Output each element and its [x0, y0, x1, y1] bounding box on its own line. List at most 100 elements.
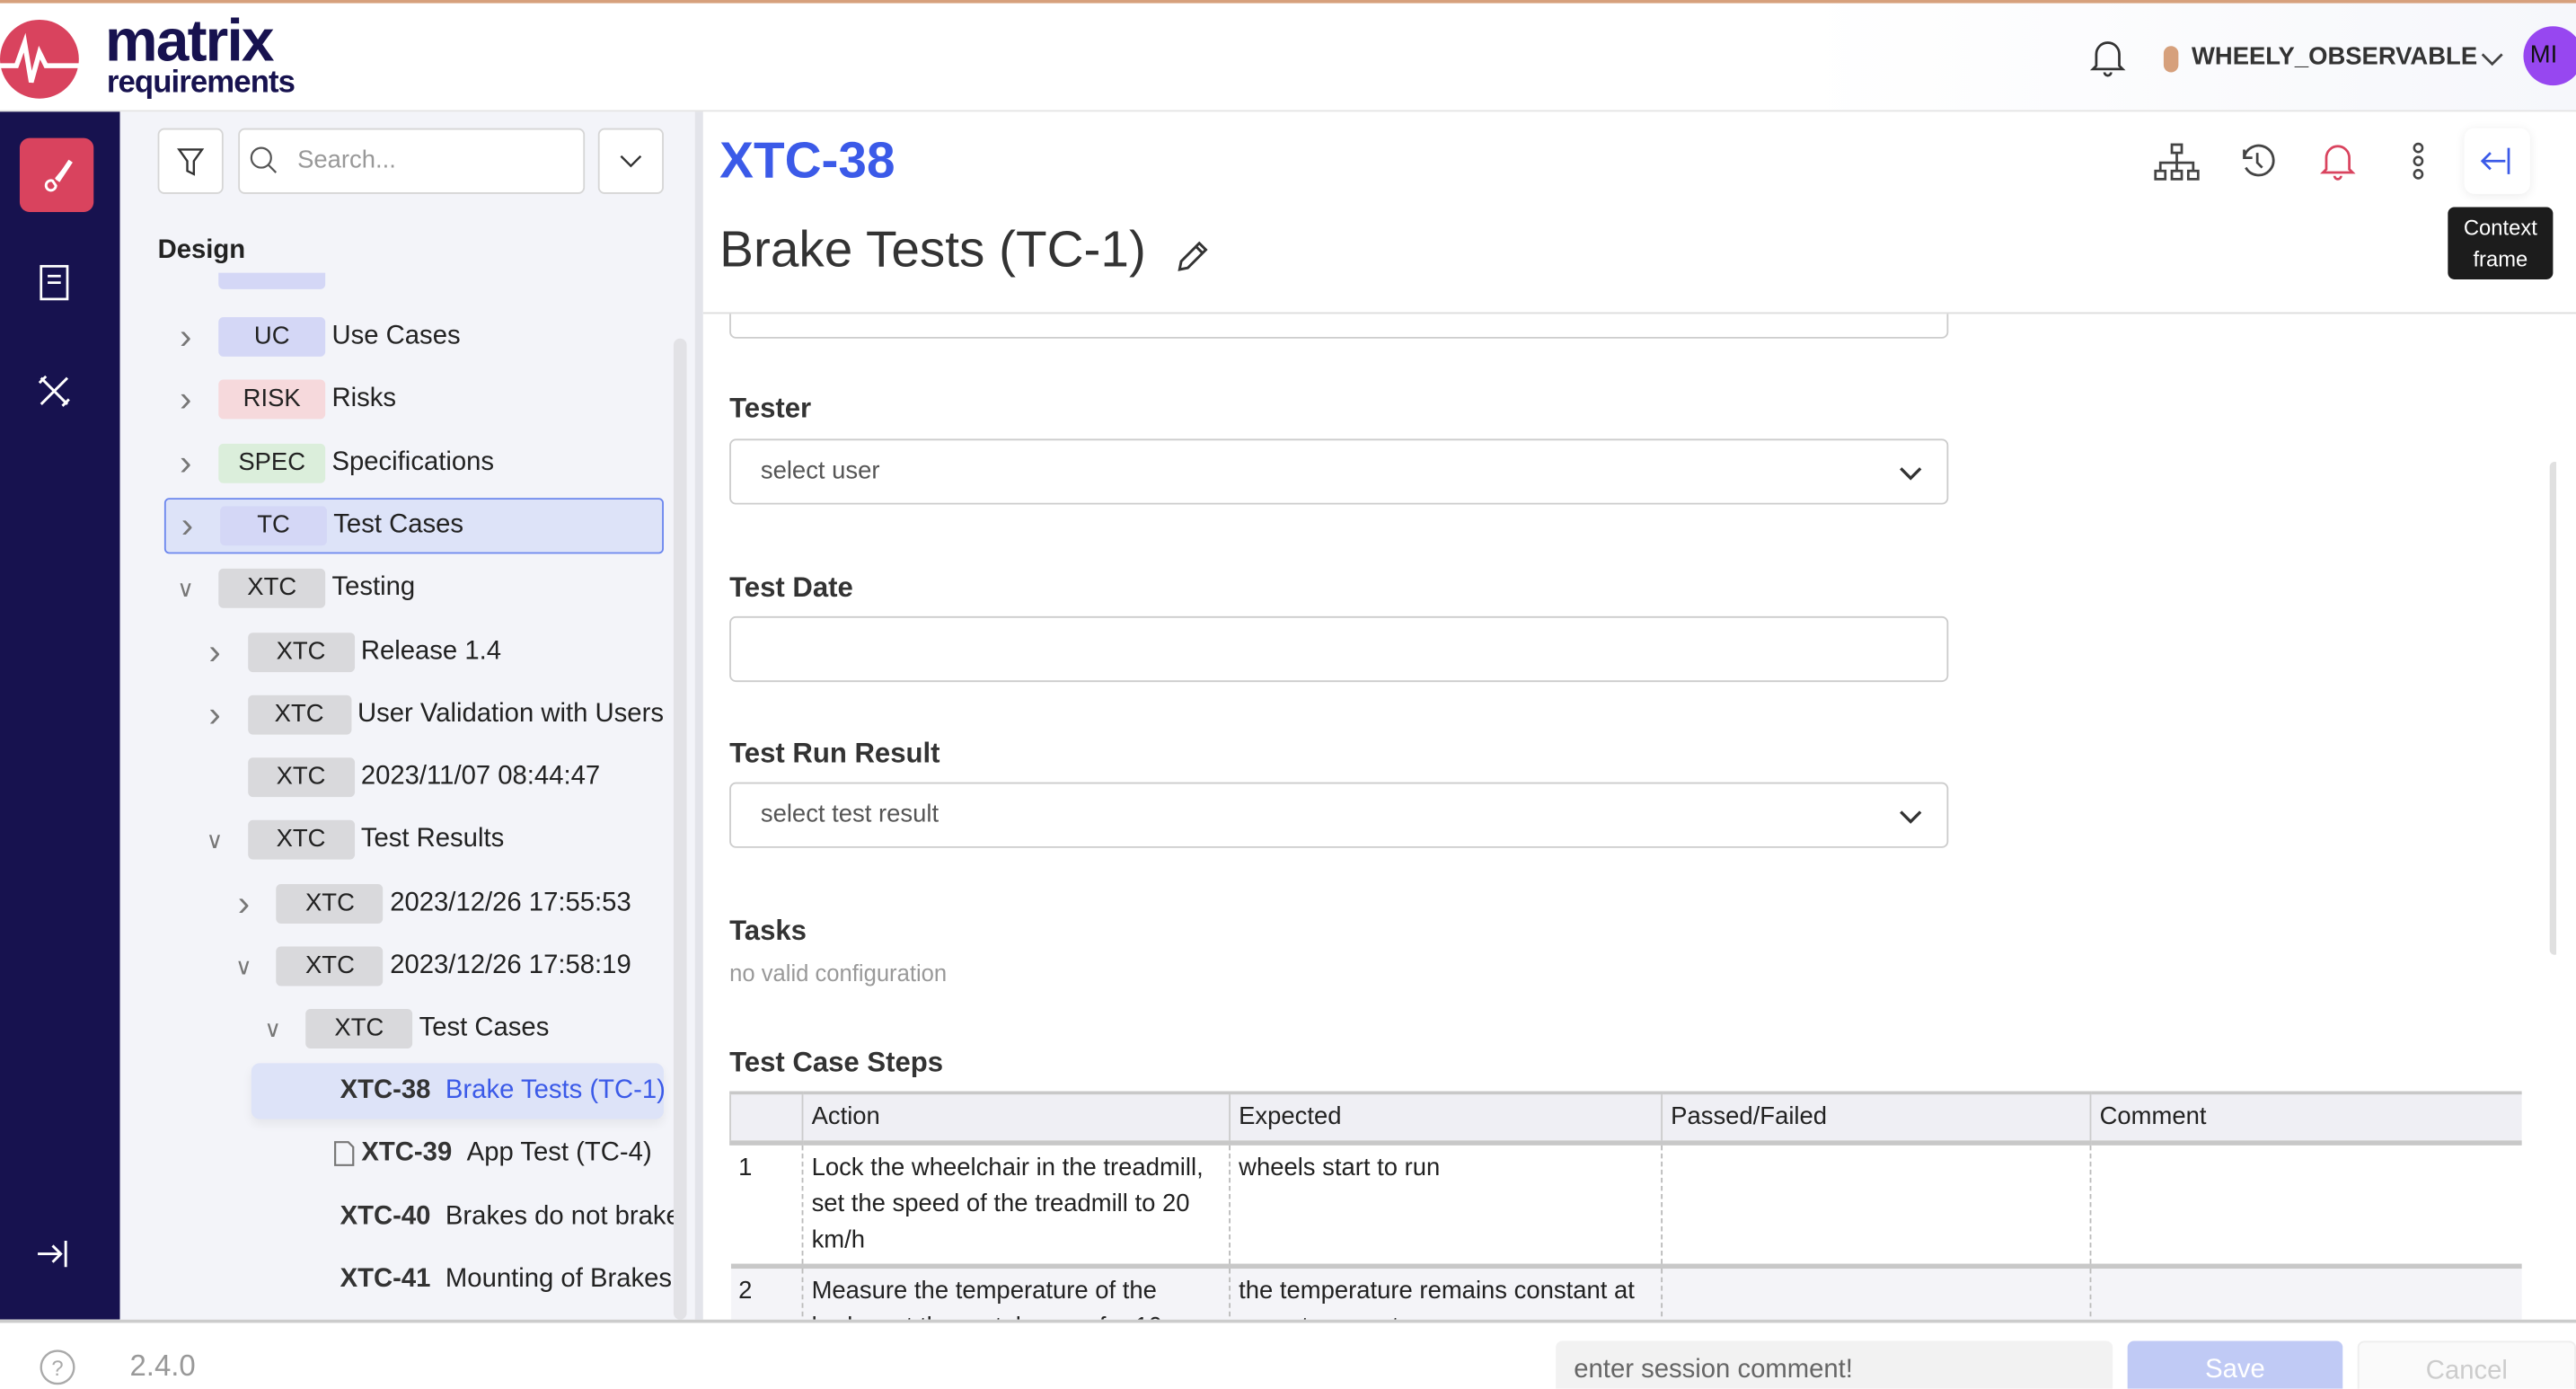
tasks-value: no valid configuration [729, 960, 948, 986]
chevron-right-icon[interactable]: › [201, 694, 227, 737]
table-cell[interactable] [1661, 1266, 2091, 1320]
test-date-input[interactable] [729, 615, 1949, 683]
table-header-row: Action Expected Passed/Failed Comment [729, 1091, 2522, 1146]
tree-row[interactable]: › TC Test Cases [163, 498, 664, 554]
tester-select[interactable]: select user [729, 438, 1949, 505]
tree-row[interactable]: ∨ XTC Test Cases [164, 1001, 664, 1057]
tree-row-label: 2023/12/26 17:58:19 [390, 951, 631, 980]
category-badge: XTC [247, 820, 355, 861]
tree-row[interactable]: › XTC User Validation with Users [164, 686, 664, 742]
table-cell[interactable]: 2 [730, 1266, 802, 1319]
avatar[interactable]: MI [2523, 26, 2576, 86]
test-date-label: Test Date [729, 571, 853, 604]
svg-text:?: ? [51, 1357, 63, 1381]
form-scrollbar[interactable] [2549, 461, 2557, 955]
tools-nav-button[interactable] [16, 353, 90, 427]
table-cell[interactable] [1661, 1143, 2091, 1267]
chevron-down-icon[interactable]: ∨ [172, 575, 198, 603]
chevron-down-icon[interactable]: ∨ [260, 1015, 286, 1043]
tree-row[interactable]: › SPEC Specifications [164, 435, 664, 491]
search-input[interactable]: Search... [238, 128, 586, 194]
category-badge: RISK [218, 380, 326, 420]
logo-icon [0, 19, 83, 99]
tree-item[interactable]: XTC-41 Mounting of Brakes [251, 1252, 672, 1308]
chevron-right-icon[interactable]: › [172, 315, 198, 358]
tools-icon [37, 374, 69, 406]
book-icon [39, 264, 68, 300]
tooltip: Context frame [2448, 207, 2554, 279]
steps-label: Test Case Steps [729, 1047, 944, 1078]
column-header: Passed/Failed [1661, 1091, 2091, 1146]
history-icon[interactable] [2237, 141, 2277, 181]
panel-splitter[interactable] [694, 111, 703, 1320]
tree-row[interactable]: ∨ XTC 2023/12/26 17:58:19 [164, 938, 664, 994]
item-id: XTC-40 [340, 1202, 431, 1231]
tree-row[interactable]: XTC 2023/11/07 08:44:47 [164, 749, 664, 805]
item-label: Brakes do not brake [445, 1202, 681, 1231]
chevron-right-icon[interactable]: › [231, 882, 257, 925]
item-id: XTC-41 [340, 1265, 431, 1294]
session-comment-input[interactable]: enter session comment! [1556, 1340, 2113, 1389]
watch-bell-icon[interactable] [2320, 141, 2356, 181]
category-badge: UC [218, 317, 326, 357]
table-cell[interactable] [2089, 1266, 2522, 1320]
save-button[interactable]: Save [2127, 1340, 2343, 1389]
category-badge: XTC [218, 569, 326, 609]
documents-nav-button[interactable] [16, 245, 90, 319]
expand-panel-icon[interactable] [34, 1237, 70, 1270]
table-cell[interactable]: 1 [730, 1143, 802, 1266]
tree-row[interactable]: ∨ XTC Testing [164, 561, 664, 616]
tree-item[interactable]: XTC-39 App Test (TC-4) [251, 1126, 664, 1181]
steps-table: Action Expected Passed/Failed Comment 1 Lock… [729, 1091, 2522, 1320]
chevron-down-icon[interactable]: ∨ [201, 827, 227, 854]
chevron-right-icon[interactable]: › [172, 378, 198, 421]
context-frame-button[interactable] [2464, 128, 2530, 194]
tree-row-label: Test Cases [333, 510, 464, 539]
category-badge: XTC [247, 632, 355, 672]
footer: ? 2.4.0 enter session comment! Save Canc… [0, 1319, 2576, 1389]
item-label: App Test (TC-4) [466, 1139, 652, 1168]
tree-row-label: Risks [331, 385, 397, 413]
clipped-field[interactable] [729, 314, 1949, 339]
chevron-down-icon[interactable]: ∨ [231, 952, 257, 980]
tree-item[interactable]: XTC-40 Brakes do not brake [251, 1190, 681, 1245]
section-title: Design [157, 236, 246, 265]
chevron-down-icon[interactable] [2479, 49, 2505, 69]
tree-scrollbar[interactable] [673, 338, 687, 1320]
category-badge: XTC [247, 694, 351, 735]
more-vertical-icon[interactable] [2408, 141, 2428, 184]
design-nav-button[interactable] [19, 137, 94, 212]
search-placeholder: Search... [297, 146, 396, 174]
clipped-badge [218, 272, 326, 289]
brush-icon [43, 158, 73, 191]
tree-row[interactable]: › XTC Release 1.4 [164, 624, 664, 679]
chevron-right-icon[interactable]: › [172, 441, 198, 484]
test-result-select[interactable]: select test result [729, 782, 1949, 848]
chevron-right-icon[interactable]: › [174, 504, 200, 547]
table-cell[interactable] [2089, 1143, 2522, 1267]
app-header: matrix requirements WHEELY_OBSERVABLE MI [0, 3, 2576, 112]
tree-row[interactable]: › UC Use Cases [164, 309, 664, 365]
edit-pencil-icon[interactable] [1173, 236, 1213, 276]
table-cell[interactable]: Lock the wheelchair in the treadmill, se… [801, 1143, 1231, 1267]
tree-options-dropdown[interactable] [597, 128, 664, 194]
table-cell[interactable]: the temperature remains constant at room… [1229, 1266, 1663, 1320]
tree-item[interactable]: XTC-38 Brake Tests (TC-1) [251, 1063, 666, 1119]
item-form: Tester select user Test Date Test Run Re… [703, 314, 2557, 1320]
item-panel: XTC-38 Brake Tests (TC-1) Context frame … [702, 111, 2576, 1320]
tree-row[interactable]: › RISK Risks [164, 372, 664, 428]
table-cell[interactable]: Measure the temperature of the brakes at… [801, 1266, 1231, 1320]
table-cell[interactable]: wheels start to run [1229, 1143, 1663, 1267]
chevron-down-icon [1900, 467, 1922, 481]
table-row: 2Measure the temperature of the brakes a… [730, 1266, 2522, 1320]
tree-row[interactable]: › XTC 2023/12/26 17:55:53 [164, 875, 664, 931]
help-icon[interactable]: ? [40, 1349, 75, 1385]
tree-row[interactable]: ∨ XTC Test Results [164, 812, 664, 868]
hierarchy-icon[interactable] [2154, 143, 2200, 182]
chevron-right-icon[interactable]: › [201, 630, 227, 673]
version: 2.4.0 [129, 1349, 196, 1383]
project-selector[interactable]: WHEELY_OBSERVABLE [2192, 43, 2477, 71]
cancel-button[interactable]: Cancel [2357, 1340, 2576, 1389]
filter-button[interactable] [157, 128, 224, 194]
notifications-bell-icon[interactable] [2089, 38, 2126, 77]
